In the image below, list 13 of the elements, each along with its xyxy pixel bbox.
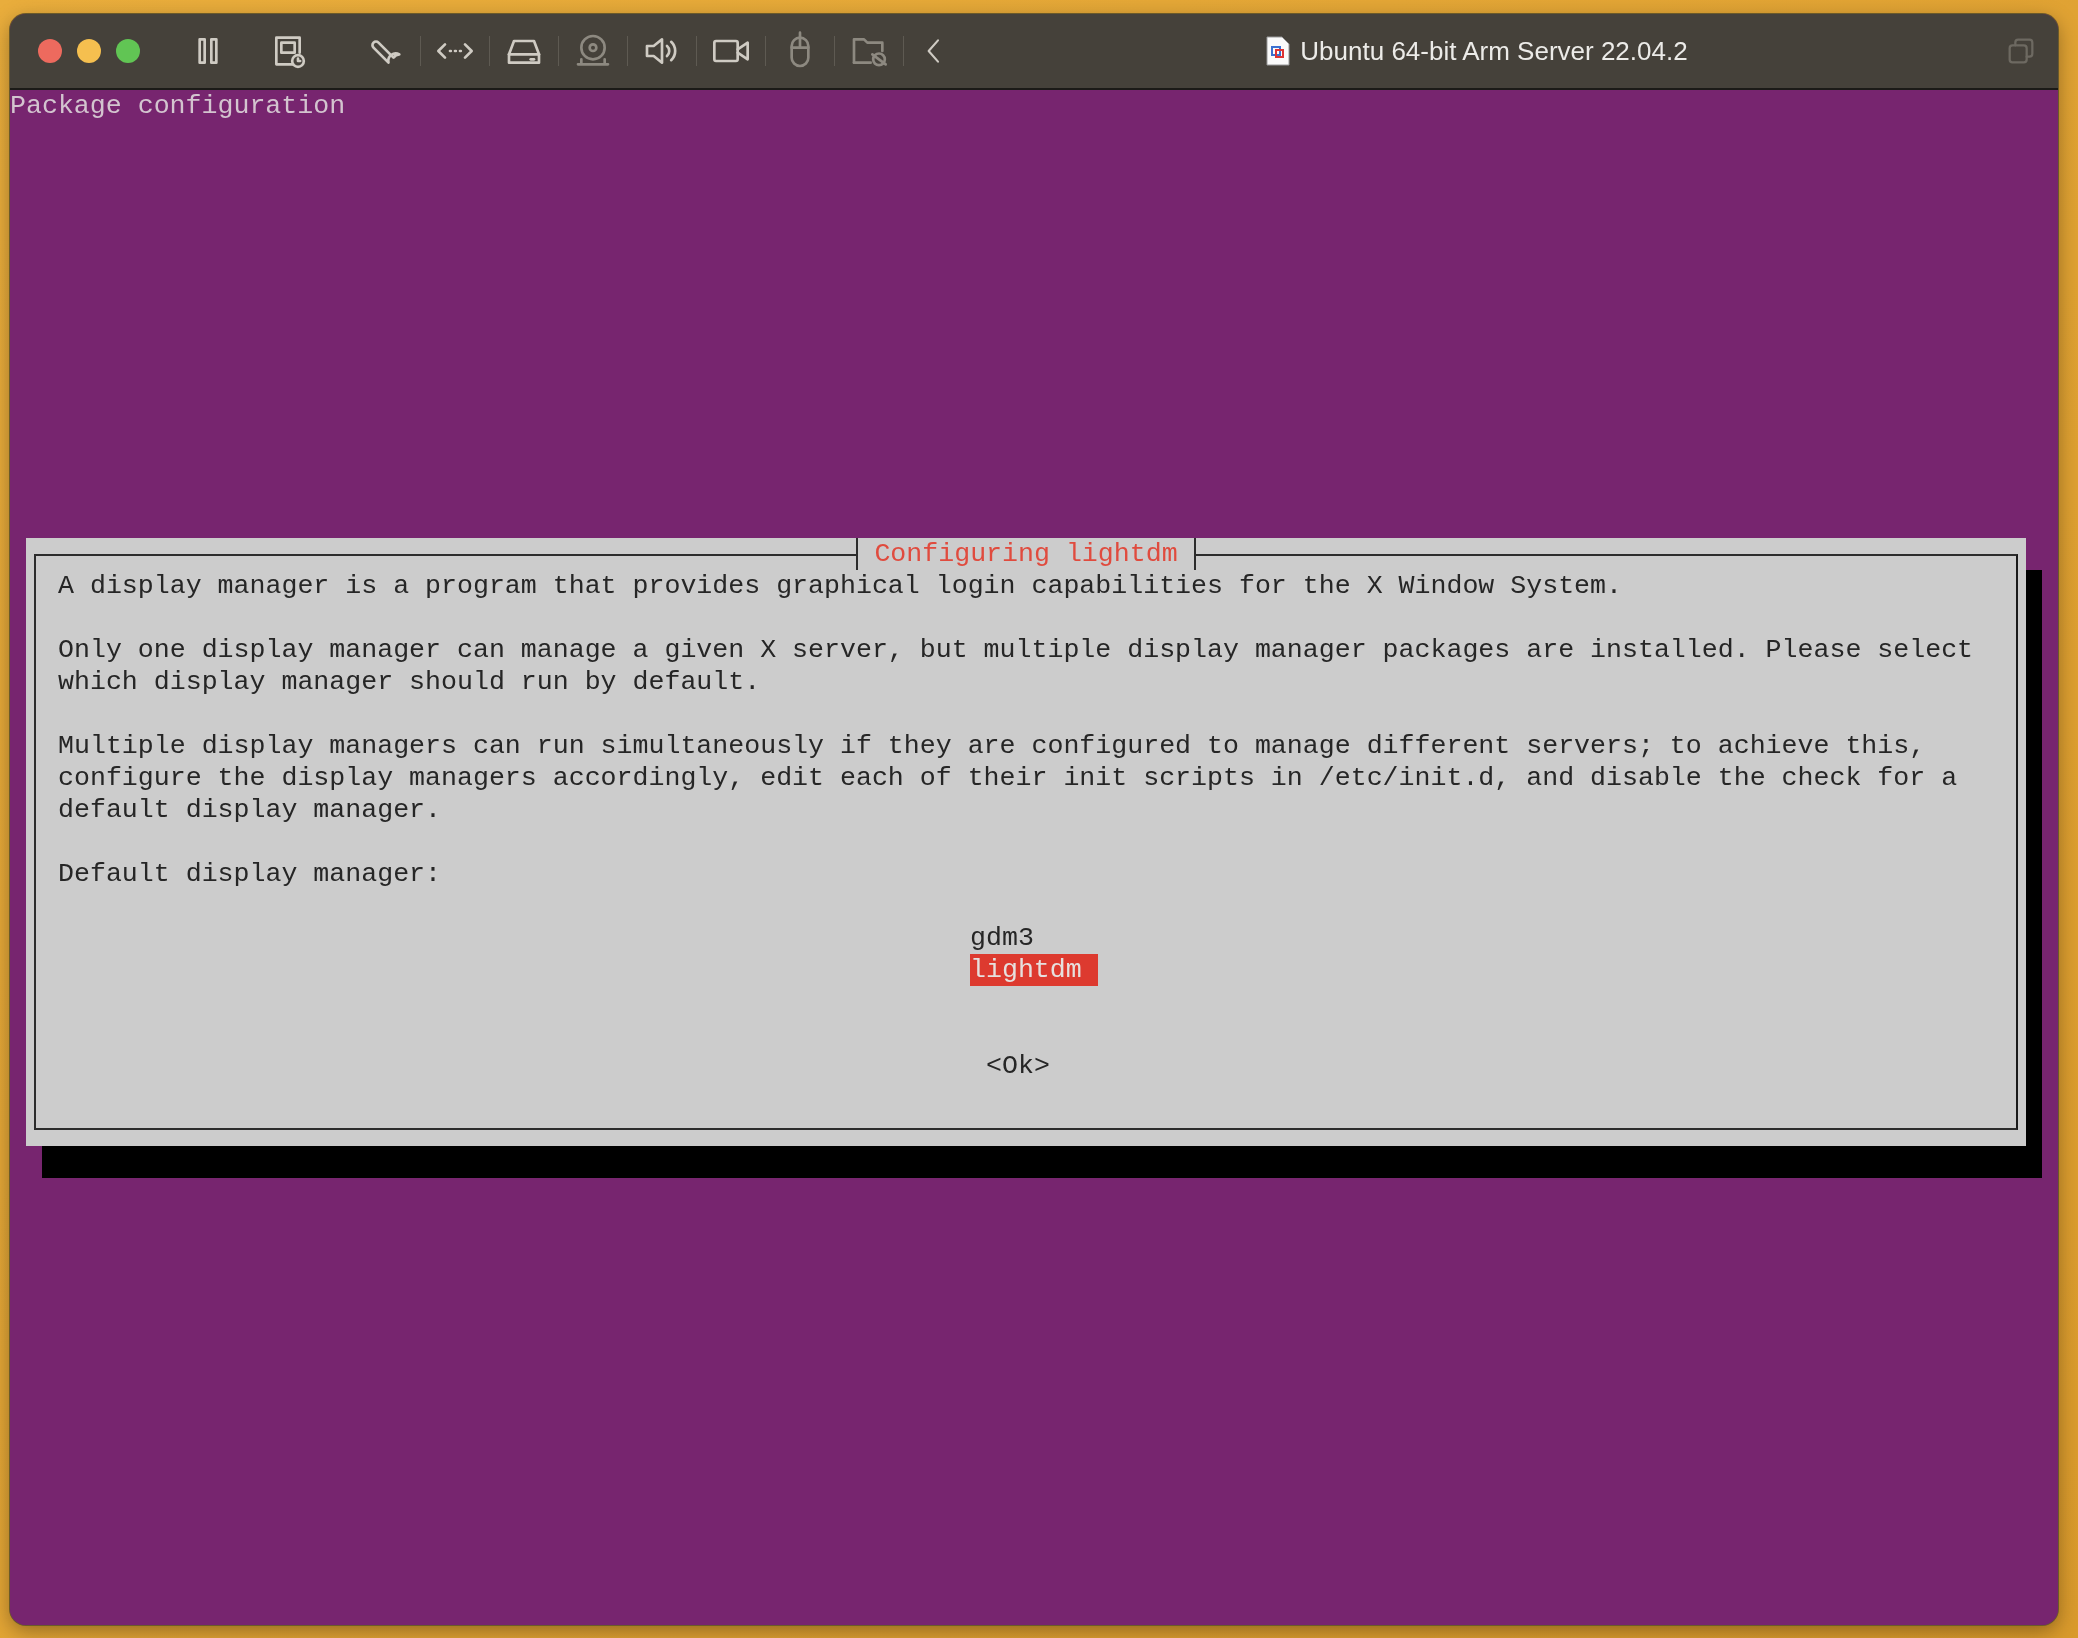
description-paragraph: A display manager is a program that provides graphical login capabilities for the X Window System. [58, 570, 1622, 602]
zoom-button[interactable] [116, 39, 140, 63]
description-paragraph: Only one display manager can manage a given X server, but multiple display manager packages are installed. Please select which display manager should run by default. [58, 634, 1974, 698]
option-item[interactable]: gdm3 [970, 922, 1050, 954]
minimize-button[interactable] [77, 39, 101, 63]
document-icon [1266, 36, 1291, 66]
description-paragraph: Multiple display managers can run simultaneously if they are configured to manage different servers; to achieve this, configure the display managers accordingly, edit each of their init scripts in /etc/init.d, and disable the check for a default display manager. [58, 730, 1958, 826]
terminal-header: Package configuration [10, 90, 346, 122]
window-title: Ubuntu 64-bit Arm Server 22.04.2 [1300, 35, 1688, 67]
close-button[interactable] [38, 39, 62, 63]
ok-button[interactable]: <Ok> [986, 1050, 1050, 1082]
prompt-label: Default display manager: [58, 858, 441, 890]
dialog-title: Configuring lightdm [856, 538, 1196, 570]
